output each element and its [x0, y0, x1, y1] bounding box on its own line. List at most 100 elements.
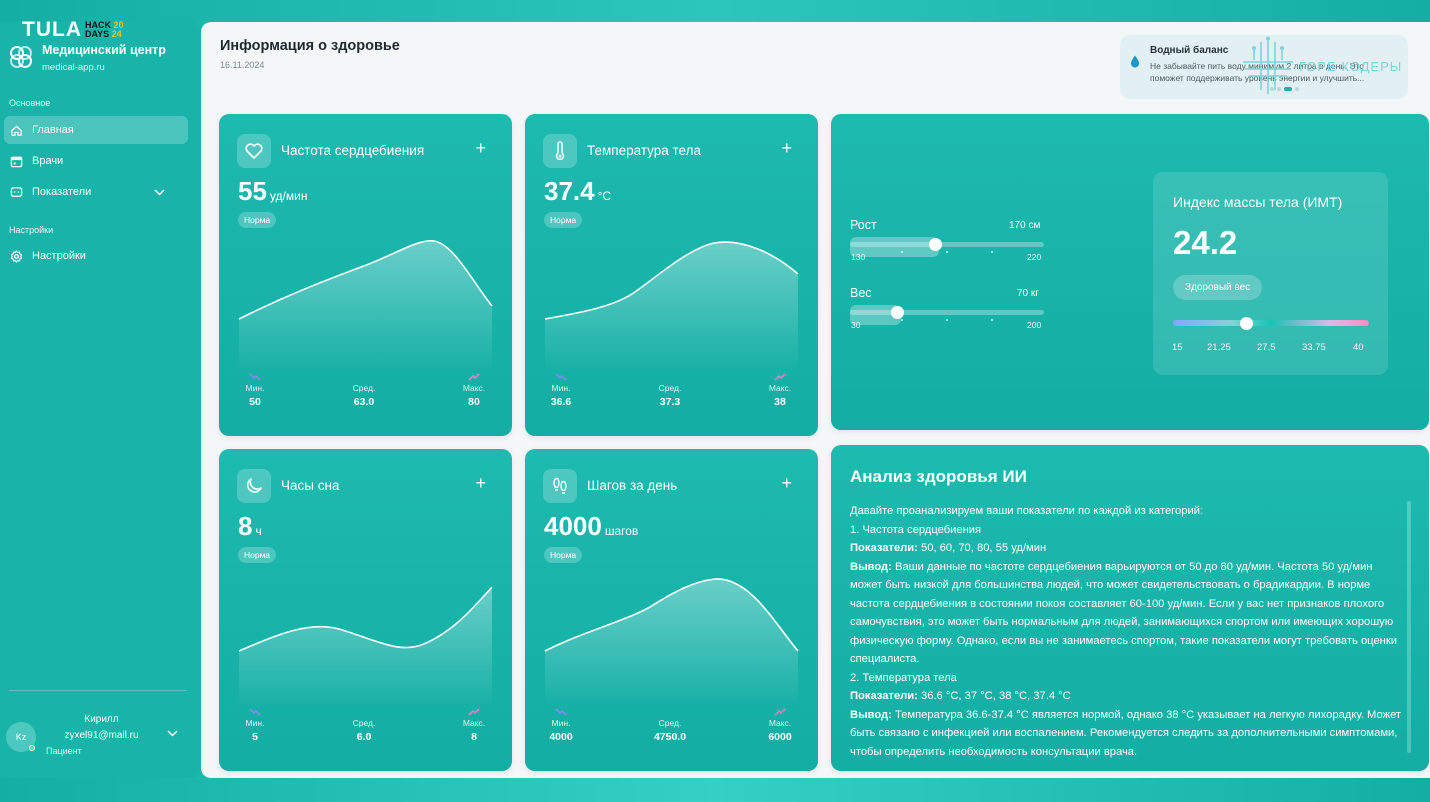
section-label-settings: Настройки	[9, 225, 54, 235]
trend-down-icon	[531, 704, 591, 716]
sidebar-divider	[9, 690, 187, 691]
stat-avg: Сред. 4750.0	[653, 718, 687, 743]
team-name: ГОРЕ КОДЕРЫ	[1299, 58, 1403, 74]
metric-card-steps: Шагов за день + 4000 шагов Норма Мин. 4000…	[525, 449, 818, 771]
trend-chart	[544, 241, 799, 374]
metric-title: Температура тела	[587, 143, 701, 158]
weight-slider-thumb[interactable]	[890, 306, 904, 319]
trend-chart	[238, 240, 493, 374]
calendar-icon	[10, 156, 23, 167]
user-profile[interactable]: Kz Кирилл zyxel91@mail.ru Пациент	[4, 712, 194, 768]
ai-health-analysis-card: Анализ здоровья ИИ Давайте проанализируе…	[831, 445, 1429, 771]
online-status-dot	[29, 745, 35, 751]
bmi-scale-bar	[1173, 320, 1369, 326]
sidebar-item-label: Настройки	[32, 250, 86, 262]
trend-down-icon	[531, 369, 591, 381]
chevron-down-icon	[154, 188, 165, 196]
sidebar-item-label: Врачи	[32, 155, 64, 167]
circuit-logo-icon	[1243, 36, 1293, 94]
bmi-scale-tick: 33.75	[1302, 342, 1326, 353]
trend-down-icon	[225, 369, 285, 381]
stat-avg: Сред. 37.3	[658, 383, 682, 408]
brand-logo-icon	[10, 46, 32, 68]
home-icon	[11, 125, 22, 136]
metric-title: Частота сердцебиения	[281, 143, 425, 158]
add-measurement-button[interactable]: +	[475, 138, 486, 159]
brand[interactable]: Медицинский центр medical-app.ru	[8, 42, 166, 73]
trend-chart	[544, 578, 799, 709]
metric-card-temperature: Температура тела + 37.4 °C Норма Мин. 36.6…	[525, 114, 818, 436]
stat-min: Мин. 36.6	[531, 369, 591, 408]
stat-max: Макс. 6000	[750, 704, 810, 743]
user-role: Пациент	[46, 746, 82, 756]
sidebar-item-label: Показатели	[32, 186, 92, 198]
stat-min: Мин. 4000	[531, 704, 591, 743]
footprints-icon	[543, 469, 577, 503]
height-min: 130	[851, 252, 866, 262]
page-title: Информация о здоровье	[220, 38, 400, 54]
metric-card-sleep: Часы сна + 8ч Норма Мин. 5 Сред. 6.0 Макс.…	[219, 449, 512, 771]
metric-title: Часы сна	[281, 478, 340, 493]
moon-icon	[237, 469, 271, 503]
page-date: 16.11.2024	[220, 60, 265, 70]
background-bottom-strip	[0, 778, 1430, 802]
metric-value: 55 уд/мин	[238, 176, 308, 206]
weight-min: 30	[851, 320, 861, 330]
bmi-scale-tick: 40	[1353, 342, 1364, 353]
metric-value: 37.4 °C	[544, 176, 612, 206]
stat-avg: Сред. 6.0	[352, 718, 376, 743]
chat-icon	[10, 186, 23, 197]
add-measurement-button[interactable]: +	[475, 473, 486, 494]
stat-avg: Сред. 63.0	[352, 383, 376, 408]
stat-min: Мин. 50	[225, 369, 285, 408]
bmi-scale-tick: 27.5	[1257, 342, 1276, 353]
add-measurement-button[interactable]: +	[781, 138, 792, 159]
sidebar-item-home[interactable]: Главная	[4, 116, 188, 144]
stat-max: Макс. 8	[444, 704, 504, 743]
height-value: 170 см	[1009, 220, 1041, 231]
add-measurement-button[interactable]: +	[781, 473, 792, 494]
scrollbar[interactable]	[1407, 501, 1411, 753]
sidebar-item-doctors[interactable]: Врачи	[4, 147, 188, 175]
bmi-indicator	[1239, 317, 1253, 330]
chevron-down-icon[interactable]	[167, 730, 178, 737]
height-max: 220	[1027, 252, 1042, 262]
trend-up-icon	[750, 369, 810, 381]
bmi-value: 24.2	[1173, 224, 1238, 261]
section-label-main: Основное	[9, 98, 51, 108]
stat-min: Мин. 5	[225, 704, 285, 743]
weight-label: Вес	[850, 286, 872, 300]
body-parameters-card: Рост 170 см 130 220 Вес 70 кг 30 200 Инд…	[831, 114, 1429, 430]
sidebar-item-settings[interactable]: Настройки	[4, 242, 188, 270]
brand-name: Медицинский центр	[42, 43, 166, 57]
sidebar-item-label: Главная	[32, 124, 74, 136]
team-logo: ГОРЕ КОДЕРЫ	[1241, 36, 1402, 96]
weight-value: 70 кг	[1017, 288, 1039, 299]
metric-card-heart-rate: Частота сердцебиения + 55 уд/мин Норма Ми…	[219, 114, 512, 436]
bmi-panel: Индекс массы тела (ИМТ) 24.2 Здоровый ве…	[1153, 172, 1388, 375]
bmi-scale-tick: 21.25	[1207, 342, 1231, 353]
user-name: Кирилл	[84, 714, 119, 725]
sidebar: TULA HACK 20 DAYS 24 Медицинский центр m…	[0, 18, 201, 778]
bmi-title: Индекс массы тела (ИМТ)	[1173, 194, 1343, 210]
trend-up-icon	[444, 704, 504, 716]
ai-analysis-text: Давайте проанализируем ваши показатели п…	[850, 505, 1402, 758]
height-slider-thumb[interactable]	[929, 238, 943, 251]
metric-title: Шагов за день	[587, 478, 678, 493]
weight-max: 200	[1027, 320, 1042, 330]
ai-title: Анализ здоровья ИИ	[850, 467, 1027, 486]
bmi-status-badge: Здоровый вес	[1173, 275, 1263, 300]
brand-url: medical-app.ru	[42, 62, 105, 73]
sidebar-item-indicators[interactable]: Показатели	[4, 178, 188, 206]
trend-up-icon	[444, 369, 504, 381]
trend-chart	[238, 586, 493, 709]
main-content: Информация о здоровье 16.11.2024 Водный …	[201, 22, 1430, 778]
height-label: Рост	[850, 218, 877, 232]
trend-up-icon	[750, 704, 810, 716]
heart-icon	[237, 134, 271, 168]
gear-icon	[10, 249, 23, 263]
stat-max: Макс. 38	[750, 369, 810, 408]
background-top-strip	[0, 0, 1430, 22]
stat-max: Макс. 80	[444, 369, 504, 408]
user-email: zyxel91@mail.ru	[64, 730, 139, 741]
